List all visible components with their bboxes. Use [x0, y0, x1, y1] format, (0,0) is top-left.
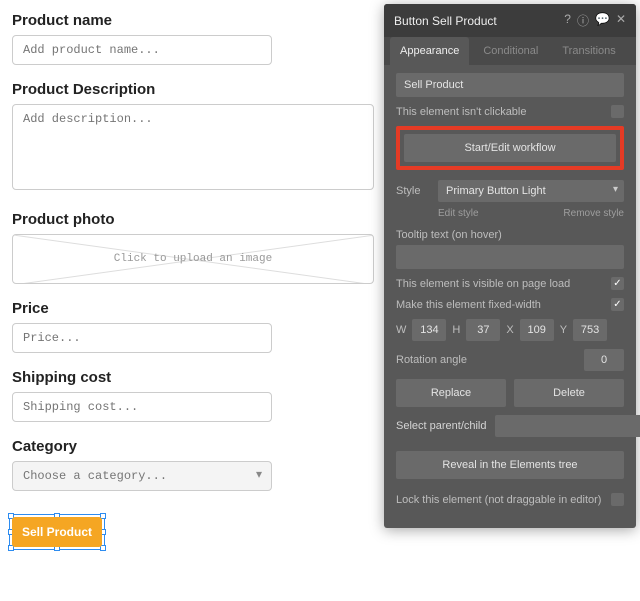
style-select[interactable]: [438, 180, 624, 202]
help-icon[interactable]: ?: [564, 12, 571, 29]
visible-label: This element is visible on page load: [396, 278, 570, 290]
tooltip-label: Tooltip text (on hover): [396, 229, 624, 241]
tab-appearance[interactable]: Appearance: [390, 37, 469, 65]
selected-element[interactable]: Sell Product: [12, 517, 102, 547]
lock-label: Lock this element (not draggable in edit…: [396, 494, 601, 506]
lock-checkbox[interactable]: [611, 493, 624, 506]
clickable-label: This element isn't clickable: [396, 106, 527, 118]
panel-title: Button Sell Product: [394, 14, 564, 28]
editor-canvas: Product name Product Description Product…: [0, 0, 380, 559]
y-label: Y: [560, 324, 567, 336]
delete-button[interactable]: Delete: [514, 379, 624, 407]
edit-style-link[interactable]: Edit style: [438, 208, 479, 219]
shipping-input[interactable]: [12, 392, 272, 422]
inspector-panel: Button Sell Product ? ⓘ 💬 ✕ Appearance C…: [384, 4, 636, 528]
photo-upload[interactable]: Click to upload an image: [12, 234, 374, 284]
h-input[interactable]: [466, 319, 500, 341]
shipping-label: Shipping cost: [12, 369, 368, 386]
photo-upload-text: Click to upload an image: [114, 253, 272, 265]
tab-transitions[interactable]: Transitions: [552, 37, 625, 65]
fixed-width-label: Make this element fixed-width: [396, 299, 541, 311]
product-name-label: Product name: [12, 12, 368, 29]
remove-style-link[interactable]: Remove style: [563, 208, 624, 219]
category-label: Category: [12, 438, 368, 455]
description-label: Product Description: [12, 81, 368, 98]
w-input[interactable]: [412, 319, 446, 341]
price-label: Price: [12, 300, 368, 317]
category-select[interactable]: [12, 461, 272, 491]
clickable-checkbox[interactable]: [611, 105, 624, 118]
x-input[interactable]: [520, 319, 554, 341]
x-label: X: [506, 324, 513, 336]
rotation-label: Rotation angle: [396, 354, 467, 366]
tab-conditional[interactable]: Conditional: [473, 37, 548, 65]
tooltip-input[interactable]: [396, 245, 624, 269]
visible-checkbox[interactable]: ✓: [611, 277, 624, 290]
close-icon[interactable]: ✕: [616, 12, 626, 29]
photo-label: Product photo: [12, 211, 368, 228]
replace-button[interactable]: Replace: [396, 379, 506, 407]
comment-icon[interactable]: 💬: [595, 12, 610, 29]
style-label: Style: [396, 185, 430, 197]
parent-child-select[interactable]: [495, 415, 640, 437]
sell-product-button[interactable]: Sell Product: [12, 517, 102, 547]
reveal-elements-tree-button[interactable]: Reveal in the Elements tree: [396, 451, 624, 479]
fixed-width-checkbox[interactable]: ✓: [611, 298, 624, 311]
parent-child-label: Select parent/child: [396, 420, 487, 432]
workflow-highlight: Start/Edit workflow: [396, 126, 624, 170]
price-input[interactable]: [12, 323, 272, 353]
panel-header[interactable]: Button Sell Product ? ⓘ 💬 ✕: [384, 4, 636, 37]
start-edit-workflow-button[interactable]: Start/Edit workflow: [404, 134, 616, 162]
product-name-input[interactable]: [12, 35, 272, 65]
h-label: H: [452, 324, 460, 336]
info-icon[interactable]: ⓘ: [577, 12, 589, 29]
y-input[interactable]: [573, 319, 607, 341]
description-input[interactable]: [12, 104, 374, 190]
w-label: W: [396, 324, 406, 336]
rotation-input[interactable]: [584, 349, 624, 371]
element-name-input[interactable]: [396, 73, 624, 97]
